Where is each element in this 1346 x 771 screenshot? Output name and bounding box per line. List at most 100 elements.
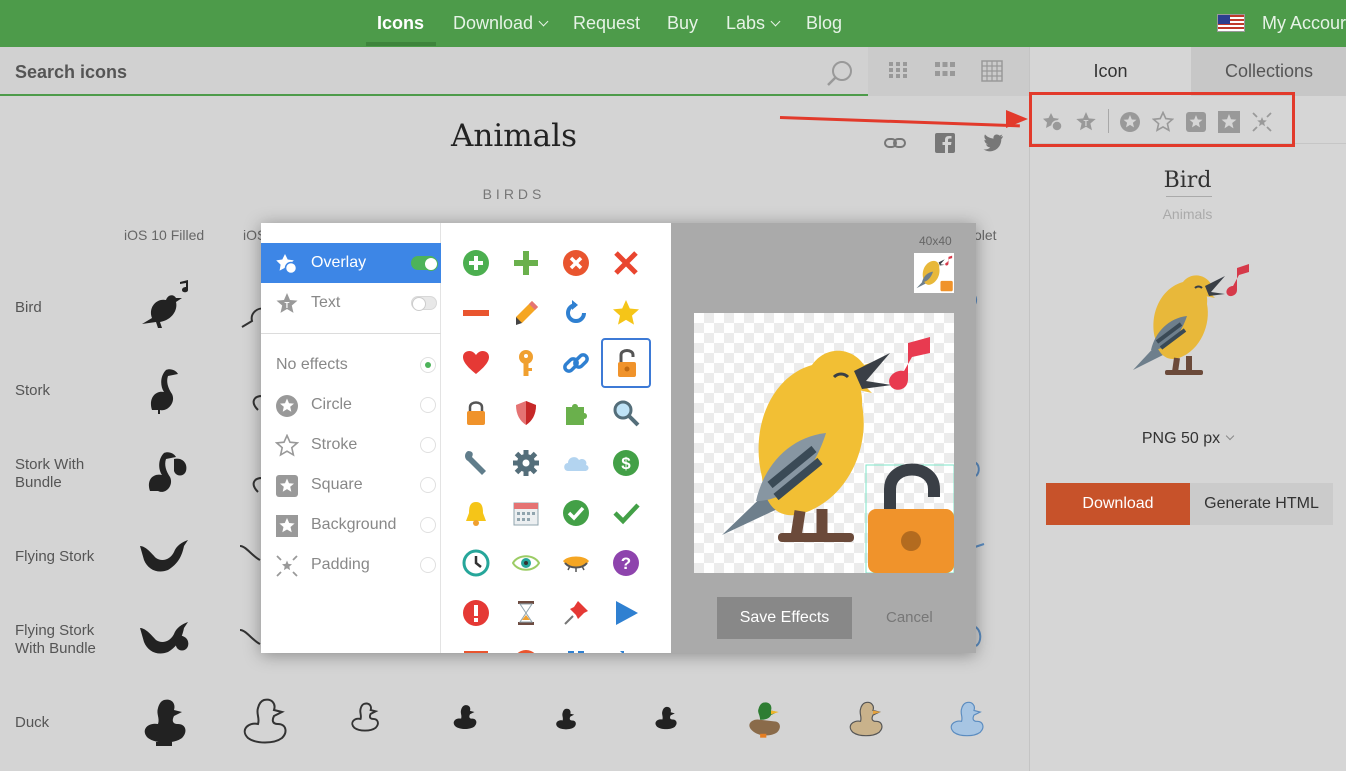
overlay-option[interactable] [556, 243, 596, 283]
cancel-button[interactable]: Cancel [886, 609, 933, 626]
overlay-option[interactable] [606, 643, 646, 653]
page-title: Animals [451, 118, 577, 154]
nav-blog[interactable]: Blog [806, 0, 842, 47]
padding-radio[interactable] [420, 557, 436, 573]
format-dropdown[interactable]: PNG 50 px [1029, 430, 1346, 448]
duck-tiny-filled-icon[interactable] [553, 706, 579, 732]
duck-color-icon[interactable] [743, 698, 785, 740]
duck-outline-icon[interactable] [238, 694, 292, 748]
search-input[interactable]: Search icons [15, 62, 127, 83]
duck-mini-filled-icon[interactable] [652, 704, 680, 732]
eye-icon [512, 555, 540, 571]
overlay-option[interactable] [556, 643, 596, 653]
overlay-option[interactable] [506, 543, 546, 583]
grid-large-icon[interactable] [981, 60, 1003, 82]
overlay-option[interactable] [456, 443, 496, 483]
tab-icon[interactable]: Icon [1030, 47, 1191, 96]
duck-blue-icon[interactable] [946, 698, 988, 740]
overlay-option[interactable] [606, 243, 646, 283]
overlay-option[interactable] [606, 593, 646, 633]
search-bar[interactable]: Search icons [0, 47, 868, 96]
nav-labs[interactable]: Labs [726, 0, 781, 47]
effect-padding[interactable]: Padding [261, 545, 441, 585]
overlay-option[interactable]: ? [606, 543, 646, 583]
bird-thumbnail-icon [916, 255, 953, 292]
no-effects-radio[interactable] [420, 357, 436, 373]
overlay-option[interactable] [506, 243, 546, 283]
row-label-stork: Stork [15, 382, 51, 399]
facebook-icon[interactable] [934, 133, 956, 153]
overlay-option[interactable] [506, 393, 546, 433]
effect-square[interactable]: Square [261, 465, 441, 505]
overlay-option[interactable] [506, 593, 546, 633]
flying-stork-bundle-filled-icon[interactable] [138, 610, 192, 664]
tab-collections[interactable]: Collections [1191, 47, 1346, 96]
overlay-option[interactable] [506, 493, 546, 533]
square-radio[interactable] [420, 477, 436, 493]
overlay-option[interactable] [456, 243, 496, 283]
nav-download[interactable]: Download [453, 0, 549, 47]
download-button[interactable]: Download [1046, 483, 1190, 525]
overlay-option[interactable] [506, 343, 546, 383]
text-toggle[interactable] [411, 296, 437, 311]
overlay-option[interactable] [556, 393, 596, 433]
overlay-option-selected[interactable] [601, 338, 651, 388]
overlay-option[interactable] [556, 593, 596, 633]
checkmark-icon [613, 503, 640, 525]
overlay-option[interactable] [556, 443, 596, 483]
overlay-option[interactable] [456, 643, 496, 653]
nav-icons[interactable]: Icons [377, 0, 424, 47]
overlay-option[interactable] [606, 493, 646, 533]
icon-category[interactable]: Animals [1029, 206, 1346, 222]
duck-filled-icon[interactable] [138, 694, 192, 748]
top-nav: Icons Download Request Buy Labs Blog My … [0, 0, 1346, 47]
effect-padding-label: Padding [311, 556, 370, 573]
grid-small-icon[interactable] [888, 60, 908, 80]
effect-overlay[interactable]: Overlay [261, 243, 441, 283]
overlay-option[interactable] [456, 393, 496, 433]
exclamation-icon [463, 600, 489, 626]
generate-html-button[interactable]: Generate HTML [1190, 483, 1333, 525]
nav-account[interactable]: My Accour [1262, 0, 1346, 47]
stork-filled-icon[interactable] [138, 362, 192, 416]
duck-doodle-icon[interactable] [845, 698, 887, 740]
overlay-option[interactable] [506, 643, 546, 653]
stroke-radio[interactable] [420, 437, 436, 453]
overlay-option[interactable] [506, 443, 546, 483]
overlay-option[interactable] [456, 293, 496, 333]
overlay-option[interactable] [556, 293, 596, 333]
stork-bundle-filled-icon[interactable] [138, 445, 192, 499]
overlay-option[interactable] [456, 343, 496, 383]
twitter-icon[interactable] [982, 133, 1004, 153]
effect-background[interactable]: Background [261, 505, 441, 545]
effect-circle[interactable]: Circle [261, 385, 441, 425]
overlay-option[interactable] [456, 593, 496, 633]
duck-thin-icon[interactable] [348, 700, 382, 734]
effect-stroke[interactable]: Stroke [261, 425, 441, 465]
nav-request[interactable]: Request [573, 0, 640, 47]
overlay-option[interactable] [556, 343, 596, 383]
overlay-option[interactable] [556, 493, 596, 533]
bird-filled-icon[interactable] [138, 278, 192, 332]
grid-medium-icon[interactable] [934, 60, 956, 80]
us-flag-icon[interactable] [1217, 14, 1245, 32]
effect-none[interactable]: No effects [261, 345, 441, 385]
duck-small-filled-icon[interactable] [450, 702, 480, 732]
padding-effect-icon [276, 555, 298, 577]
overlay-option[interactable]: $ [606, 443, 646, 483]
background-radio[interactable] [420, 517, 436, 533]
overlay-option[interactable] [456, 543, 496, 583]
overlay-option[interactable] [456, 493, 496, 533]
effect-text[interactable]: T Text [261, 283, 441, 323]
overlay-toggle[interactable] [411, 256, 438, 271]
overlay-option[interactable] [506, 293, 546, 333]
circle-radio[interactable] [420, 397, 436, 413]
save-effects-button[interactable]: Save Effects [717, 597, 852, 639]
overlay-option[interactable] [556, 543, 596, 583]
flying-stork-filled-icon[interactable] [138, 528, 192, 582]
nav-buy[interactable]: Buy [667, 0, 698, 47]
overlay-option[interactable] [606, 293, 646, 333]
search-icon[interactable] [826, 60, 854, 88]
overlay-option[interactable] [606, 393, 646, 433]
link-icon[interactable] [884, 133, 906, 153]
